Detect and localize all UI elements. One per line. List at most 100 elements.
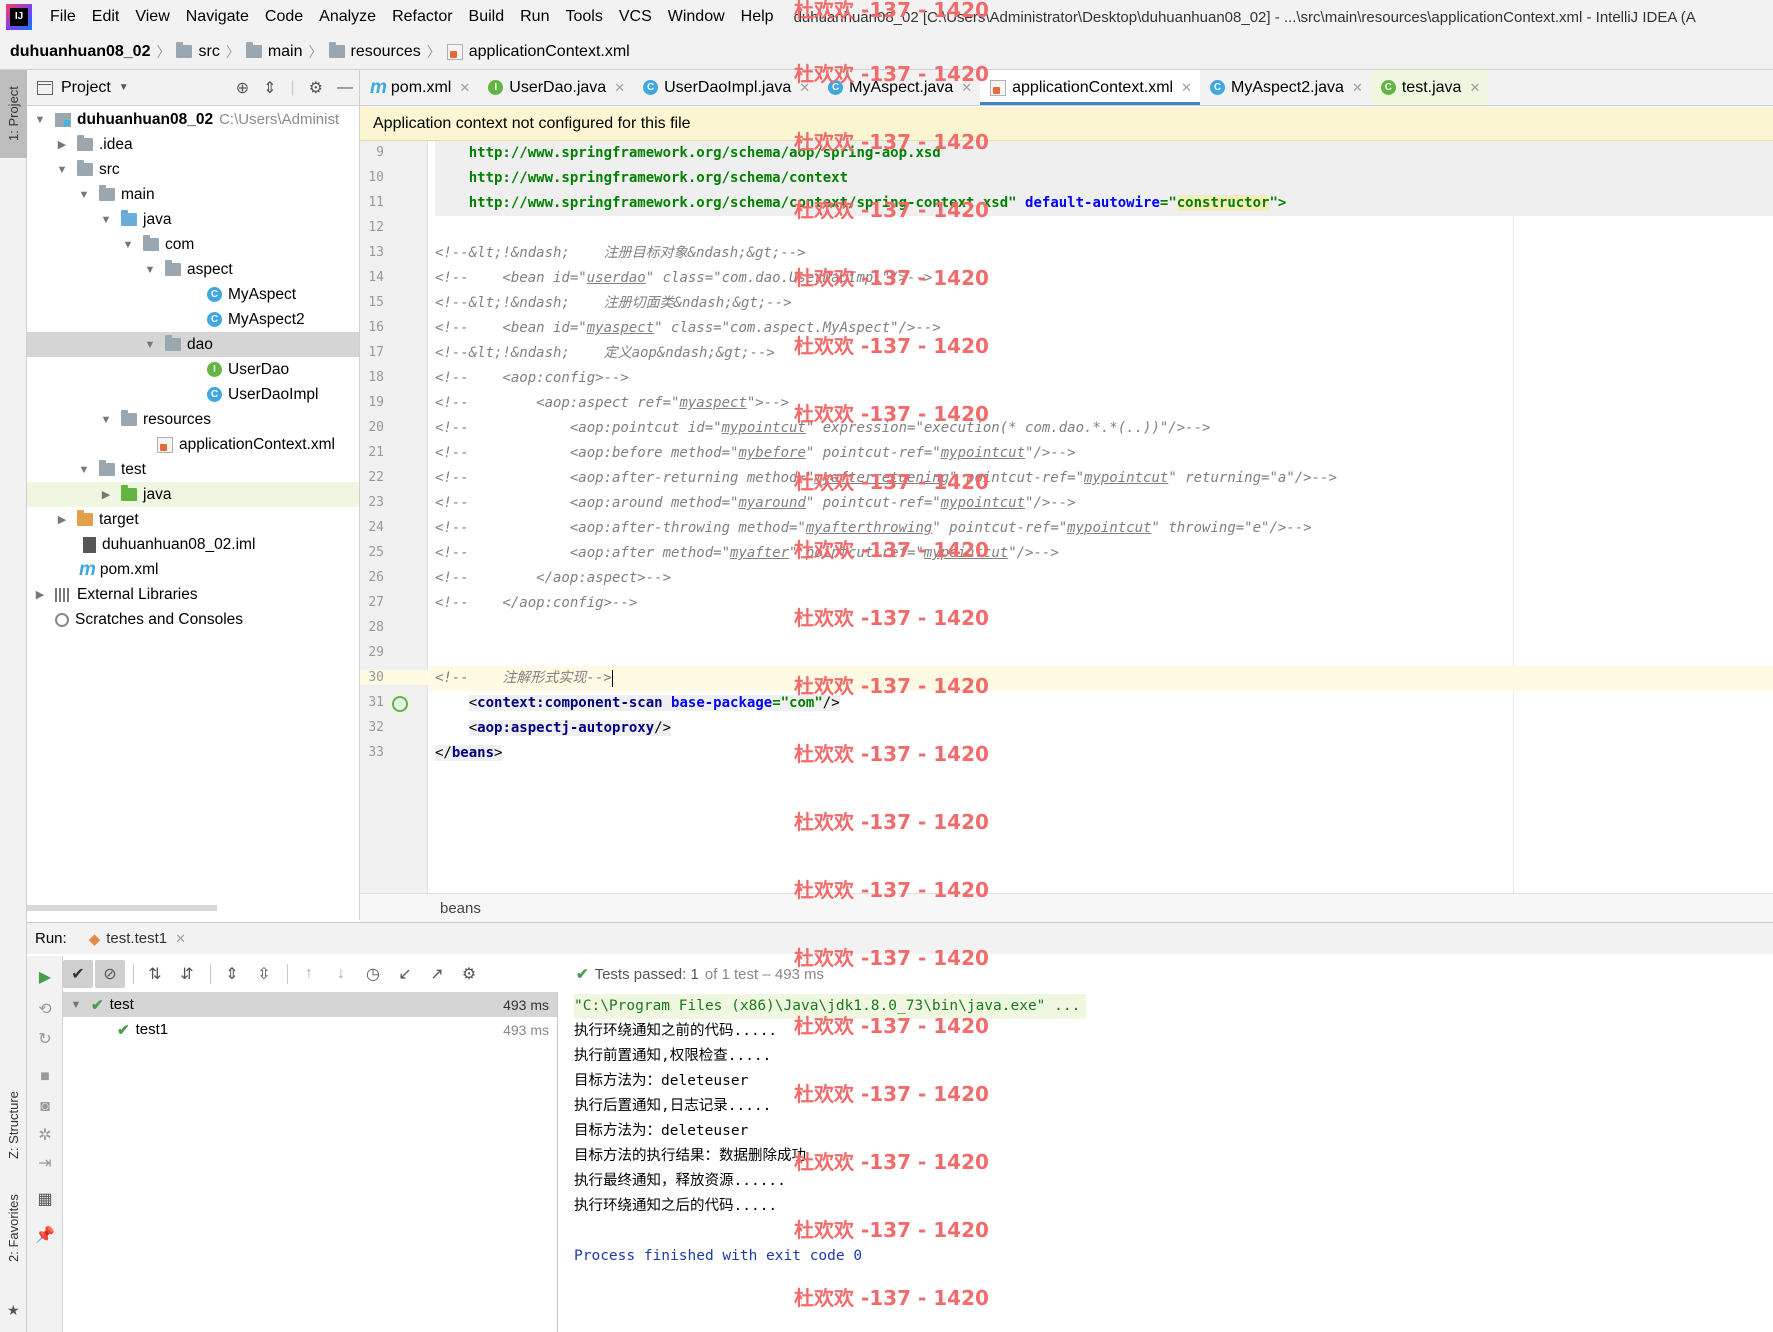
tab-userdao-java[interactable]: I UserDao.java ✕ xyxy=(478,70,633,105)
menu-analyze[interactable]: Analyze xyxy=(311,0,384,34)
tree-node-pom[interactable]: m pom.xml xyxy=(27,557,359,582)
tool-window-favorites[interactable]: 2: Favorites xyxy=(0,1178,27,1278)
test-row-test1[interactable]: ✔ test1 493 ms xyxy=(63,1017,557,1042)
settings-icon[interactable]: ✲ xyxy=(34,1124,56,1146)
tree-node-dao[interactable]: ▼ dao xyxy=(27,332,359,357)
close-icon[interactable]: ✕ xyxy=(1181,80,1192,96)
tab-userdaoimpl-java[interactable]: C UserDaoImpl.java ✕ xyxy=(633,70,818,105)
gear-icon[interactable]: ⚙ xyxy=(309,78,323,98)
show-ignored-icon[interactable]: ⊘ xyxy=(95,960,125,988)
tab-myaspect2-java[interactable]: C MyAspect2.java ✕ xyxy=(1200,70,1371,105)
close-icon[interactable]: ✕ xyxy=(1352,80,1363,96)
breadcrumb-src[interactable]: src 〉 xyxy=(176,42,240,62)
menu-tools[interactable]: Tools xyxy=(557,0,610,34)
close-icon[interactable]: ✕ xyxy=(799,80,810,96)
up-arrow-icon[interactable]: ↑ xyxy=(294,960,324,988)
chevron-down-icon[interactable]: ▼ xyxy=(99,214,113,226)
chevron-down-icon[interactable]: ▼ xyxy=(69,999,83,1011)
tab-myaspect-java[interactable]: C MyAspect.java ✕ xyxy=(818,70,980,105)
breadcrumb-project[interactable]: duhuanhuan08_02 〉 xyxy=(10,42,170,62)
menu-navigate[interactable]: Navigate xyxy=(178,0,257,34)
tree-node-scratches[interactable]: Scratches and Consoles xyxy=(27,607,359,632)
sort-alpha-icon[interactable]: ⇅ xyxy=(140,960,170,988)
tree-node-java[interactable]: ▼ java xyxy=(27,207,359,232)
tree-node-resources[interactable]: ▼ resources xyxy=(27,407,359,432)
minimize-icon[interactable]: — xyxy=(337,79,353,97)
pin-icon[interactable]: 📌 xyxy=(34,1224,56,1246)
import-icon[interactable]: ⇥ xyxy=(34,1152,56,1174)
tree-node-com[interactable]: ▼ com xyxy=(27,232,359,257)
menu-help[interactable]: Help xyxy=(733,0,782,34)
tree-node-target[interactable]: ▶ target xyxy=(27,507,359,532)
sort-duration-icon[interactable]: ⇵ xyxy=(172,960,202,988)
tree-node-test-java[interactable]: ▶ java xyxy=(27,482,359,507)
tab-pom-xml[interactable]: m pom.xml ✕ xyxy=(360,70,478,105)
chevron-right-icon[interactable]: ▶ xyxy=(99,488,113,501)
tab-applicationcontext-xml[interactable]: applicationContext.xml ✕ xyxy=(980,70,1200,105)
menu-edit[interactable]: Edit xyxy=(84,0,128,34)
tool-window-project[interactable]: 1: Project xyxy=(0,70,27,158)
camera-icon[interactable]: ◙ xyxy=(34,1096,56,1118)
menu-code[interactable]: Code xyxy=(257,0,311,34)
close-icon[interactable]: ✕ xyxy=(961,80,972,96)
export-tests-icon[interactable]: ↗ xyxy=(422,960,452,988)
chevron-right-icon[interactable]: ▶ xyxy=(55,138,69,151)
tree-node-applicationcontext[interactable]: applicationContext.xml xyxy=(27,432,359,457)
rerun-failed-icon[interactable]: ⟲ xyxy=(34,998,56,1020)
menu-view[interactable]: View xyxy=(127,0,177,34)
console-output[interactable]: "C:\Program Files (x86)\Java\jdk1.8.0_73… xyxy=(559,992,1773,1332)
tree-node-myaspect[interactable]: C MyAspect xyxy=(27,282,359,307)
chevron-down-icon[interactable]: ▼ xyxy=(143,339,157,351)
collapse-all-icon[interactable]: ⇕ xyxy=(263,78,276,98)
chevron-right-icon[interactable]: ▶ xyxy=(55,513,69,526)
test-row-suite[interactable]: ▼ ✔ test 493 ms xyxy=(63,992,557,1017)
close-icon[interactable]: ✕ xyxy=(459,80,470,96)
chevron-down-icon[interactable]: ▼ xyxy=(55,164,69,176)
run-tab-test-test1[interactable]: ◆ test.test1 ✕ xyxy=(89,930,186,948)
rerun-icon[interactable]: ▶ xyxy=(34,966,56,988)
close-icon[interactable]: ✕ xyxy=(1469,80,1480,96)
horizontal-scrollbar[interactable] xyxy=(27,905,217,911)
menu-window[interactable]: Window xyxy=(660,0,733,34)
code-editor[interactable]: http://www.springframework.org/schema/ao… xyxy=(429,141,1773,895)
breadcrumb-main[interactable]: main 〉 xyxy=(245,42,323,62)
tree-node-test[interactable]: ▼ test xyxy=(27,457,359,482)
tree-node-project-root[interactable]: ▼ duhuanhuan08_02 C:\Users\Administ xyxy=(27,107,359,132)
down-arrow-icon[interactable]: ↓ xyxy=(326,960,356,988)
chevron-down-icon[interactable]: ▼ xyxy=(77,464,91,476)
close-icon[interactable]: ✕ xyxy=(175,931,186,947)
collapse-all-icon[interactable]: ⇳ xyxy=(249,960,279,988)
chevron-down-icon[interactable]: ▼ xyxy=(99,414,113,426)
breadcrumb-file[interactable]: applicationContext.xml xyxy=(446,43,630,61)
tree-node-userdao[interactable]: I UserDao xyxy=(27,357,359,382)
tree-node-aspect[interactable]: ▼ aspect xyxy=(27,257,359,282)
stop-icon[interactable]: ■ xyxy=(34,1066,56,1088)
gear-icon[interactable]: ⚙ xyxy=(454,960,484,988)
tree-node-main[interactable]: ▼ main xyxy=(27,182,359,207)
menu-file[interactable]: File xyxy=(42,0,84,34)
history-icon[interactable]: ◷ xyxy=(358,960,388,988)
chevron-down-icon[interactable]: ▼ xyxy=(121,239,135,251)
toggle-autotest-icon[interactable]: ↻ xyxy=(34,1028,56,1050)
chevron-down-icon[interactable]: ▼ xyxy=(143,264,157,276)
tree-node-myaspect2[interactable]: C MyAspect2 xyxy=(27,307,359,332)
layout-icon[interactable]: ▦ xyxy=(34,1188,56,1210)
breadcrumb-resources[interactable]: resources 〉 xyxy=(328,42,441,62)
dropdown-arrow-icon[interactable]: ▼ xyxy=(119,82,129,93)
tree-node-idea[interactable]: ▶ .idea xyxy=(27,132,359,157)
chevron-down-icon[interactable]: ▼ xyxy=(33,114,47,126)
close-icon[interactable]: ✕ xyxy=(614,80,625,96)
chevron-right-icon[interactable]: ▶ xyxy=(33,588,47,601)
import-tests-icon[interactable]: ↙ xyxy=(390,960,420,988)
tab-test-java[interactable]: Ctest.java ✕ xyxy=(1370,70,1489,105)
locate-icon[interactable]: ⊕ xyxy=(236,78,249,98)
show-passed-icon[interactable]: ✔ xyxy=(63,960,93,988)
menu-refactor[interactable]: Refactor xyxy=(384,0,460,34)
tree-node-userdaoimpl[interactable]: C UserDaoImpl xyxy=(27,382,359,407)
editor-breadcrumb[interactable]: beans xyxy=(360,893,1773,923)
spring-bean-icon[interactable] xyxy=(392,696,408,712)
menu-build[interactable]: Build xyxy=(461,0,513,34)
expand-all-icon[interactable]: ⇕ xyxy=(217,960,247,988)
tree-node-external-libraries[interactable]: ▶ External Libraries xyxy=(27,582,359,607)
menu-vcs[interactable]: VCS xyxy=(611,0,660,34)
